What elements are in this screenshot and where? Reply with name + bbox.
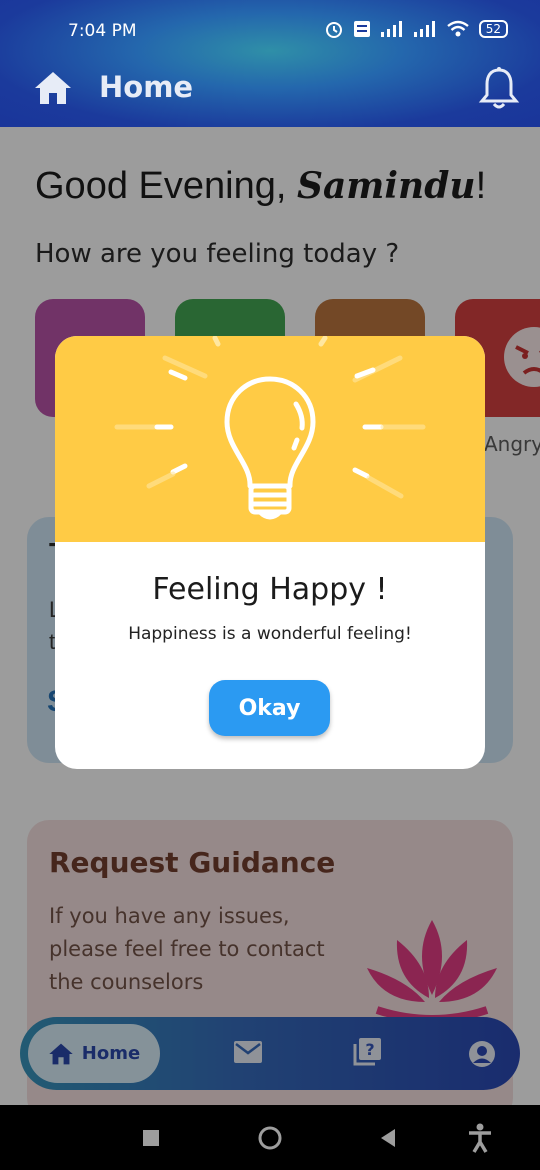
battery-icon: 52 xyxy=(478,20,508,38)
status-time: 7:04 PM xyxy=(68,21,137,41)
app-bar: 7:04 PM 52 Home xyxy=(0,0,540,127)
home-button-icon[interactable] xyxy=(257,1125,283,1151)
bell-icon[interactable] xyxy=(478,66,520,112)
okay-button[interactable]: Okay xyxy=(209,680,330,736)
signal-icon xyxy=(380,21,402,37)
status-icons: 52 xyxy=(324,19,508,39)
app-screen: 7:04 PM 52 Home Good Evening, Samindu! H… xyxy=(0,0,540,1170)
wifi-icon xyxy=(446,20,469,37)
back-icon[interactable] xyxy=(379,1128,397,1148)
recents-icon[interactable] xyxy=(142,1129,160,1147)
lightbulb-icon xyxy=(114,336,426,520)
app-title: Home xyxy=(99,70,194,104)
dialog-title: Feeling Happy ! xyxy=(152,572,388,607)
dialog-message: Happiness is a wonderful feeling! xyxy=(128,624,412,644)
alarm-icon xyxy=(325,22,342,38)
feeling-dialog: Feeling Happy ! Happiness is a wonderful… xyxy=(55,336,485,769)
dialog-hero xyxy=(55,336,485,542)
home-icon[interactable] xyxy=(33,70,73,106)
signal-icon xyxy=(413,21,435,37)
accessibility-icon[interactable] xyxy=(466,1123,494,1153)
system-navigation-bar xyxy=(0,1105,540,1170)
volte-icon xyxy=(353,21,370,37)
